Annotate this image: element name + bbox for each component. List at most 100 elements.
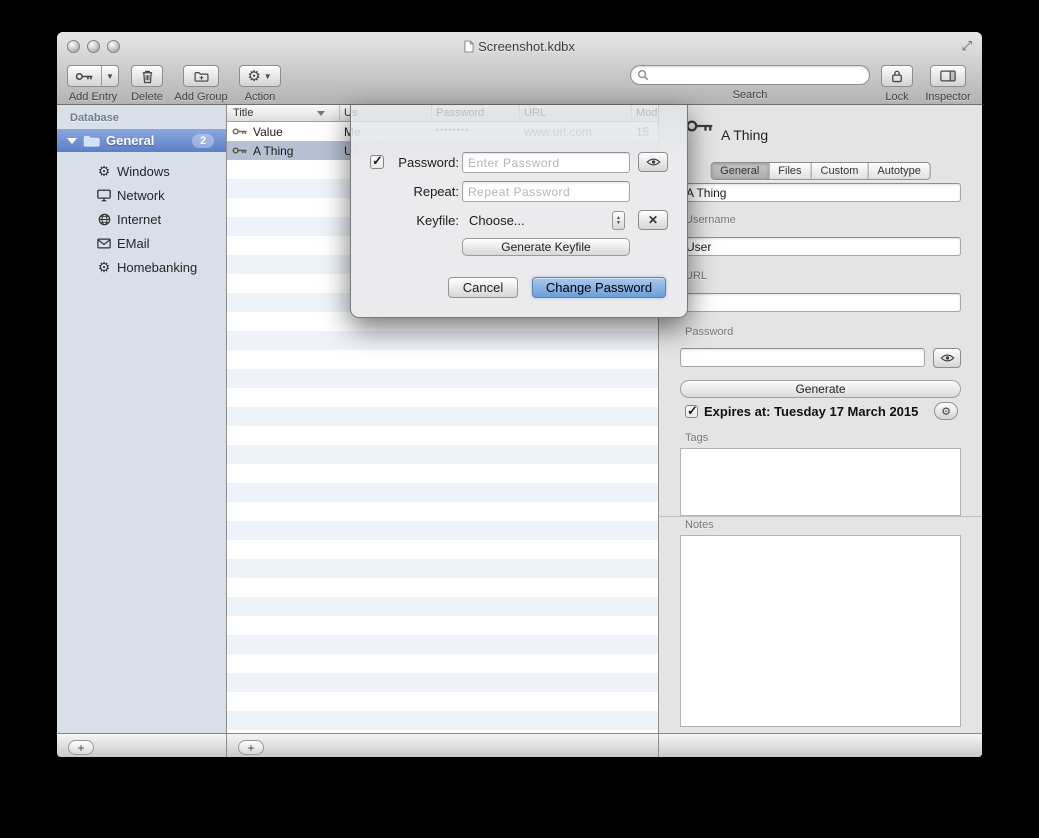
search-field[interactable] <box>630 65 870 85</box>
delete-button[interactable] <box>131 65 163 87</box>
inspector-toolbar-item: Inspector <box>921 65 975 103</box>
window-title-text: Screenshot.kdbx <box>478 39 575 54</box>
add-group-plus-button[interactable]: + <box>68 740 94 755</box>
delete-label: Delete <box>127 91 167 103</box>
add-group-label: Add Group <box>171 91 231 103</box>
network-icon <box>95 189 113 202</box>
add-entry-plus-button[interactable]: + <box>238 740 264 755</box>
inspector-panel: A Thing General Files Custom Autotype Us… <box>659 105 982 733</box>
expires-settings-button[interactable]: ⚙ <box>934 402 958 420</box>
sidebar-item-label: Homebanking <box>117 260 197 275</box>
sidebar-item-label: EMail <box>117 236 150 251</box>
username-field[interactable] <box>680 237 961 256</box>
tab-autotype[interactable]: Autotype <box>867 163 929 179</box>
expires-checkbox[interactable]: ✓ <box>685 405 698 418</box>
keyfile-row: Keyfile: Choose... ▲▼ ✕ <box>351 210 687 231</box>
sidebar-item-label: Windows <box>117 164 170 179</box>
lock-label: Lock <box>879 91 915 103</box>
fullscreen-icon[interactable]: ⤢ <box>962 38 972 54</box>
url-field-wrap <box>680 293 961 312</box>
key-icon <box>75 71 94 82</box>
entry-count-badge: 2 <box>192 134 214 148</box>
action-button[interactable]: ⚙ ▼ <box>239 65 281 87</box>
notes-label: Notes <box>685 519 714 531</box>
generate-keyfile-button[interactable]: Generate Keyfile <box>462 238 630 256</box>
username-field-wrap <box>680 237 961 256</box>
inspector-tabs: General Files Custom Autotype <box>710 162 931 180</box>
inspector-button[interactable] <box>930 65 966 87</box>
password-field[interactable] <box>680 348 925 367</box>
sidebar-item-homebanking[interactable]: ⚙ Homebanking <box>57 255 226 279</box>
sort-indicator-icon <box>317 111 325 116</box>
change-password-button[interactable]: Change Password <box>532 277 666 298</box>
screen-background: Screenshot.kdbx ⤢ ▼ Add Entry <box>0 0 1039 838</box>
folder-icon <box>194 71 209 82</box>
lock-button[interactable] <box>881 65 913 87</box>
toolbar: ▼ Add Entry Delete Add Group <box>57 60 982 105</box>
search-icon <box>637 69 649 81</box>
add-entry-label: Add Entry <box>63 91 123 103</box>
search-label: Search <box>630 89 870 101</box>
trash-icon <box>141 69 154 84</box>
tab-general[interactable]: General <box>711 163 768 179</box>
sidebar-group-general[interactable]: General 2 <box>57 129 226 152</box>
clear-keyfile-button[interactable]: ✕ <box>638 210 668 230</box>
tags-input[interactable] <box>681 449 960 515</box>
search-input[interactable] <box>649 67 863 83</box>
reveal-password-button[interactable] <box>638 152 668 172</box>
password-input[interactable] <box>462 152 630 173</box>
generate-password-button[interactable]: Generate <box>680 380 961 398</box>
search-area: Search <box>630 65 870 101</box>
keyfile-stepper[interactable]: ▲▼ <box>612 211 625 230</box>
add-group-button[interactable] <box>183 65 219 87</box>
keyfile-label: Keyfile: <box>389 213 459 228</box>
username-label: Username <box>685 214 736 226</box>
bottom-bar: + + <box>57 733 982 757</box>
title-field-wrap <box>680 183 961 202</box>
add-entry-button[interactable]: ▼ <box>67 65 119 87</box>
cancel-button[interactable]: Cancel <box>448 277 518 298</box>
sidebar-group-label: General <box>106 133 192 148</box>
sidebar-item-label: Network <box>117 188 165 203</box>
password-label: Password <box>685 326 733 338</box>
sidebar-item-windows[interactable]: ⚙ Windows <box>57 159 226 183</box>
sidebar-item-internet[interactable]: Internet <box>57 207 226 231</box>
lock-toolbar-item: Lock <box>879 65 915 103</box>
notes-input[interactable] <box>681 536 960 726</box>
change-password-sheet: ✓ Password: Repeat: Keyfile: Choose... ▲… <box>350 105 688 318</box>
homebanking-icon: ⚙ <box>95 260 113 274</box>
document-icon <box>464 40 474 53</box>
keyfile-popup-value[interactable]: Choose... <box>469 213 525 228</box>
title-field[interactable] <box>680 183 961 202</box>
tags-box-wrap <box>680 448 961 516</box>
tab-files[interactable]: Files <box>768 163 810 179</box>
cell-title: A Thing <box>253 144 293 158</box>
column-divider[interactable] <box>339 105 340 122</box>
password-label: Password: <box>389 155 459 170</box>
inspector-icon <box>940 70 956 82</box>
expires-label: Expires at: Tuesday 17 March 2015 <box>704 404 918 419</box>
disclosure-triangle-icon[interactable] <box>67 138 77 144</box>
cell-title: Value <box>253 125 283 139</box>
close-icon: ✕ <box>648 213 658 227</box>
add-group-toolbar-item: Add Group <box>171 65 231 103</box>
gear-icon: ⚙ <box>247 69 260 84</box>
folder-icon <box>83 135 100 147</box>
sidebar-item-email[interactable]: EMail <box>57 231 226 255</box>
column-header-title[interactable]: Title <box>233 107 253 119</box>
chevron-down-icon: ▼ <box>263 72 273 81</box>
sidebar-item-label: Internet <box>117 212 161 227</box>
reveal-password-button[interactable] <box>933 348 961 368</box>
repeat-input[interactable] <box>462 181 630 202</box>
windows-icon: ⚙ <box>95 164 113 178</box>
password-checkbox[interactable]: ✓ <box>370 155 384 169</box>
sidebar-list-divider[interactable] <box>226 105 227 757</box>
app-window: Screenshot.kdbx ⤢ ▼ Add Entry <box>57 32 982 757</box>
sidebar: Database General 2 ⚙ Windows Network Int… <box>57 105 226 733</box>
url-field[interactable] <box>680 293 961 312</box>
gear-icon: ⚙ <box>941 405 951 418</box>
checkmark-icon: ✓ <box>687 403 698 419</box>
action-label: Action <box>237 91 283 103</box>
sidebar-item-network[interactable]: Network <box>57 183 226 207</box>
tab-custom[interactable]: Custom <box>811 163 868 179</box>
